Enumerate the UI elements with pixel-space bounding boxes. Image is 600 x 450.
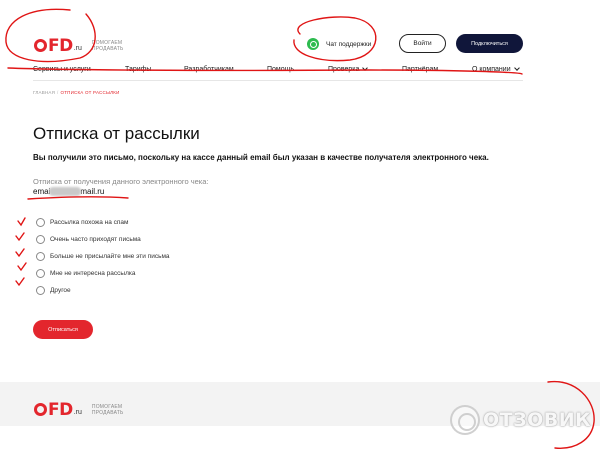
breadcrumb-separator: / — [57, 90, 59, 95]
logo-o-ring — [34, 403, 47, 416]
reason-option[interactable]: Рассылка похожа на спам — [36, 214, 170, 231]
annotation-check-2 — [15, 232, 25, 242]
annotation-check-3 — [15, 248, 25, 258]
otzovik-watermark: ОТЗОВИК — [450, 405, 591, 435]
nav-item-label: Партнёрам — [402, 66, 439, 73]
email-suffix: mail.ru — [80, 187, 105, 196]
nav-item-about[interactable]: О компании — [472, 65, 520, 73]
logo-mark: FD — [34, 36, 73, 56]
logo-o-ring — [34, 39, 47, 52]
logo-tagline: ПОМОГАЕМ ПРОДАВАТЬ — [92, 404, 124, 416]
reason-label: Рассылка похожа на спам — [50, 219, 129, 226]
reason-option[interactable]: Другое — [36, 282, 170, 299]
nav-item-help[interactable]: Помощь — [267, 66, 294, 73]
login-button[interactable]: Войти — [399, 34, 446, 53]
breadcrumb-home[interactable]: ГЛАВНАЯ — [33, 90, 55, 95]
annotation-underline-email — [27, 196, 129, 200]
chevron-down-icon — [362, 65, 369, 71]
nav-divider — [33, 80, 523, 81]
chevron-down-icon — [513, 65, 520, 71]
footer-ofd-logo[interactable]: FD .ru ПОМОГАЕМ ПРОДАВАТЬ — [34, 400, 123, 420]
annotation-check-4 — [17, 262, 27, 272]
email-value: emai mail.ru — [33, 187, 104, 196]
nav-item-services[interactable]: Сервисы и услуги — [33, 66, 91, 73]
radio-button[interactable] — [36, 252, 45, 261]
radio-button[interactable] — [36, 218, 45, 227]
main-nav: Сервисы и услуги Тарифы Разработчикам По… — [33, 65, 523, 78]
nav-item-label: Помощь — [267, 66, 295, 73]
radio-button[interactable] — [36, 235, 45, 244]
logo-tld: .ru — [73, 45, 82, 52]
connect-button[interactable]: Подключиться — [456, 34, 523, 53]
page-title: Отписка от рассылки — [33, 124, 200, 143]
lead-text: Вы получили это письмо, поскольку на кас… — [33, 153, 489, 162]
logo-text: FD — [48, 36, 73, 56]
support-chat-label: Чат поддержки — [326, 40, 372, 48]
nav-item-label: Сервисы и услуги — [33, 66, 91, 73]
email-redaction — [49, 187, 82, 196]
reason-option[interactable]: Очень часто приходят письма — [36, 231, 170, 248]
nav-item-label: Разработчикам — [184, 66, 234, 73]
annotation-check-5 — [15, 277, 25, 287]
tagline-line-2: ПРОДАВАТЬ — [91, 46, 124, 52]
watermark-logo-icon — [450, 405, 480, 435]
reason-label: Мне не интересна рассылка — [50, 270, 136, 277]
support-chat-link[interactable]: Чат поддержки — [307, 38, 371, 50]
reason-option[interactable]: Больше не присылайте мне эти письма — [36, 248, 170, 265]
logo-tagline: ПОМОГАЕМ ПРОДАВАТЬ — [92, 40, 124, 52]
logo-text: FD — [48, 400, 73, 420]
breadcrumb: ГЛАВНАЯ / ОТПИСКА ОТ РАССЫЛКИ — [33, 90, 120, 95]
nav-item-tariffs[interactable]: Тарифы — [125, 66, 151, 73]
tagline-line-2: ПРОДАВАТЬ — [91, 410, 124, 416]
ofd-logo[interactable]: FD .ru ПОМОГАЕМ ПРОДАВАТЬ — [34, 36, 123, 56]
nav-item-check[interactable]: Проверка — [328, 65, 369, 73]
logo-tld: .ru — [73, 409, 82, 416]
nav-item-developers[interactable]: Разработчикам — [184, 66, 234, 73]
reason-option[interactable]: Мне не интересна рассылка — [36, 265, 170, 282]
reason-label: Другое — [50, 287, 71, 294]
nav-item-label: О компании — [472, 66, 511, 73]
nav-item-label: Тарифы — [125, 66, 152, 73]
logo-mark: FD — [34, 400, 73, 420]
whatsapp-icon — [307, 38, 319, 50]
annotation-check-1 — [17, 217, 26, 227]
unsubscribe-button[interactable]: Отписаться — [33, 320, 93, 339]
reason-label: Очень часто приходят письма — [50, 236, 141, 243]
unsubscribe-reasons: Рассылка похожа на спам Очень часто прих… — [36, 214, 170, 299]
email-prefix: emai — [33, 187, 51, 196]
breadcrumb-current: ОТПИСКА ОТ РАССЫЛКИ — [60, 90, 120, 95]
nav-item-label: Проверка — [328, 66, 360, 73]
email-label: Отписка от получения данного электронног… — [33, 177, 209, 186]
watermark-text: ОТЗОВИК — [483, 409, 592, 431]
radio-button[interactable] — [36, 286, 45, 295]
reason-label: Больше не присылайте мне эти письма — [50, 253, 170, 260]
nav-item-partners[interactable]: Партнёрам — [402, 66, 438, 73]
radio-button[interactable] — [36, 269, 45, 278]
